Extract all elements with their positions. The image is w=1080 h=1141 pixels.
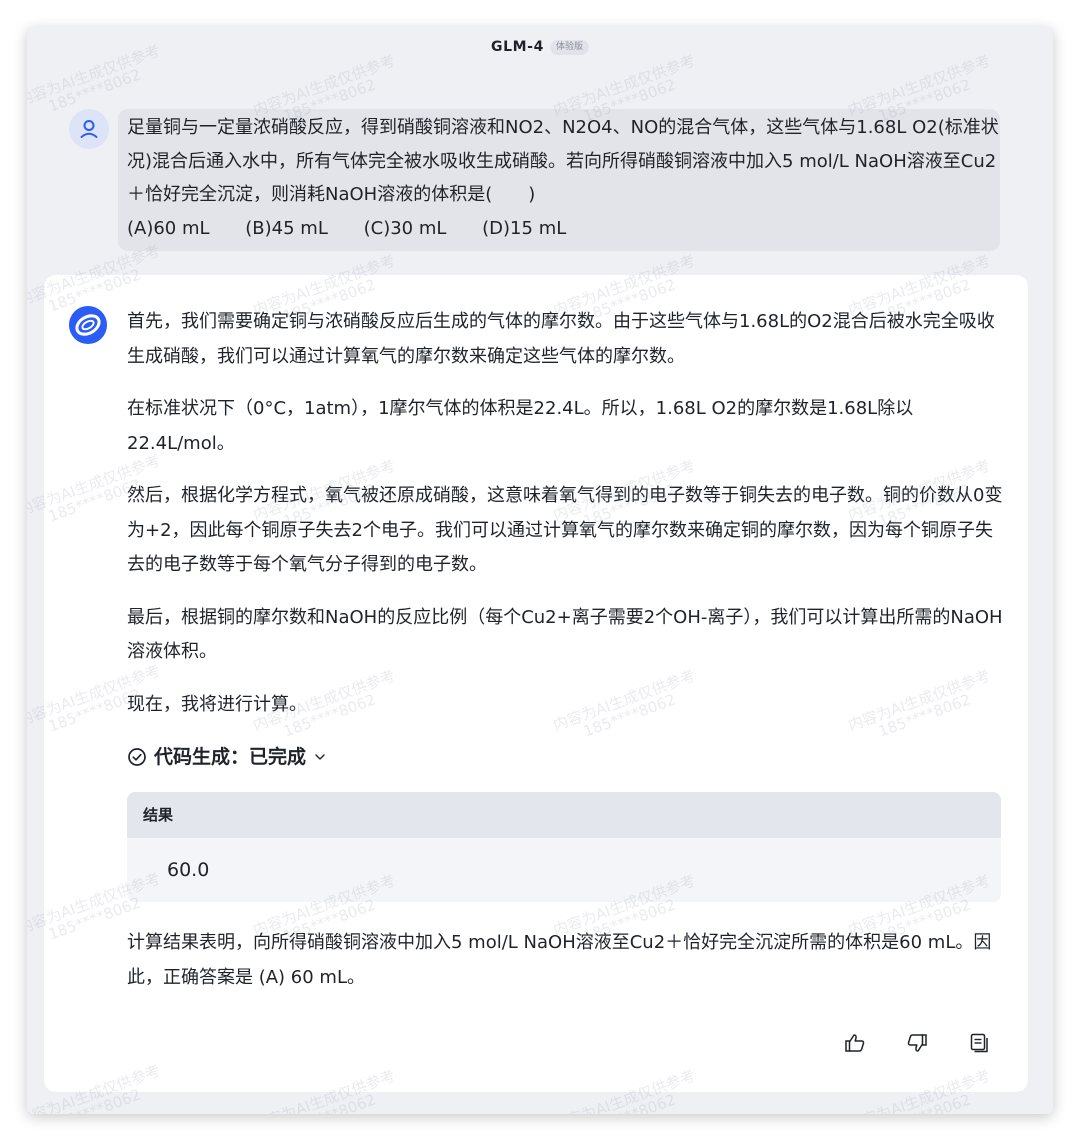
- answer-paragraph: 最后，根据铜的摩尔数和NaOH的反应比例（每个Cu2+离子需要2个OH-离子），…: [127, 606, 1003, 663]
- model-name: GLM-4: [491, 39, 544, 55]
- copy-button[interactable]: [968, 1032, 990, 1054]
- result-value: 60.0: [167, 858, 210, 881]
- option-d: (D)15 mL: [482, 217, 567, 239]
- answer-paragraph: 然后，根据化学方程式，氧气被还原成硝酸，这意味着氧气得到的电子数等于铜失去的电子…: [127, 485, 1003, 575]
- version-badge: 体验版: [549, 39, 589, 55]
- answer-body: 首先，我们需要确定铜与浓硝酸反应后生成的气体的摩尔数。由于这些气体与1.68L的…: [127, 305, 1005, 1013]
- option-b: (B)45 mL: [245, 217, 328, 239]
- assistant-answer: 首先，我们需要确定铜与浓硝酸反应后生成的气体的摩尔数。由于这些气体与1.68L的…: [44, 275, 1028, 1092]
- check-circle-icon: [128, 748, 146, 766]
- code-result-box: 结果 60.0: [127, 792, 1001, 902]
- header: GLM-4 体验版: [27, 27, 1053, 67]
- answer-conclusion: 计算结果表明，向所得硝酸铜溶液中加入5 mol/L NaOH溶液至Cu2＋恰好完…: [127, 932, 992, 988]
- answer-paragraph: 在标准状况下（0°C，1atm），1摩尔气体的体积是22.4L。所以，1.68L…: [127, 398, 914, 454]
- assistant-avatar: [68, 305, 108, 345]
- result-header: 结果: [127, 792, 1001, 838]
- glm-logo-icon: [68, 305, 108, 345]
- user-bubble: 足量铜与一定量浓硝酸反应，得到硝酸铜溶液和NO2、N2O4、NO的混合气体，这些…: [118, 109, 1000, 251]
- copy-icon: [970, 1033, 988, 1053]
- answer-actions: [844, 1032, 990, 1054]
- user-avatar: [69, 109, 109, 149]
- answer-paragraph: 现在，我将进行计算。: [127, 693, 307, 715]
- answer-paragraph: 首先，我们需要确定铜与浓硝酸反应后生成的气体的摩尔数。由于这些气体与1.68L的…: [127, 311, 995, 367]
- chevron-down-icon: [315, 754, 325, 760]
- chat-window: 内容为AI生成仅供参考 185****8062 内容为AI生成仅供参考 185***…: [27, 27, 1053, 1114]
- answer-options: (A)60 mL (B)45 mL (C)30 mL (D)15 mL: [127, 212, 1000, 246]
- option-a: (A)60 mL: [127, 217, 210, 239]
- code-generation-toggle[interactable]: 代码生成：已完成: [127, 740, 1005, 774]
- like-button[interactable]: [844, 1032, 866, 1054]
- thumbs-up-icon: [845, 1034, 865, 1052]
- user-icon: [80, 120, 98, 138]
- user-message: 足量铜与一定量浓硝酸反应，得到硝酸铜溶液和NO2、N2O4、NO的混合气体，这些…: [69, 109, 1000, 251]
- dislike-button[interactable]: [906, 1032, 928, 1054]
- code-status-label: 代码生成：已完成: [154, 746, 307, 768]
- thumbs-down-icon: [907, 1034, 927, 1052]
- question-text: 足量铜与一定量浓硝酸反应，得到硝酸铜溶液和NO2、N2O4、NO的混合气体，这些…: [127, 117, 999, 205]
- option-c: (C)30 mL: [363, 217, 447, 239]
